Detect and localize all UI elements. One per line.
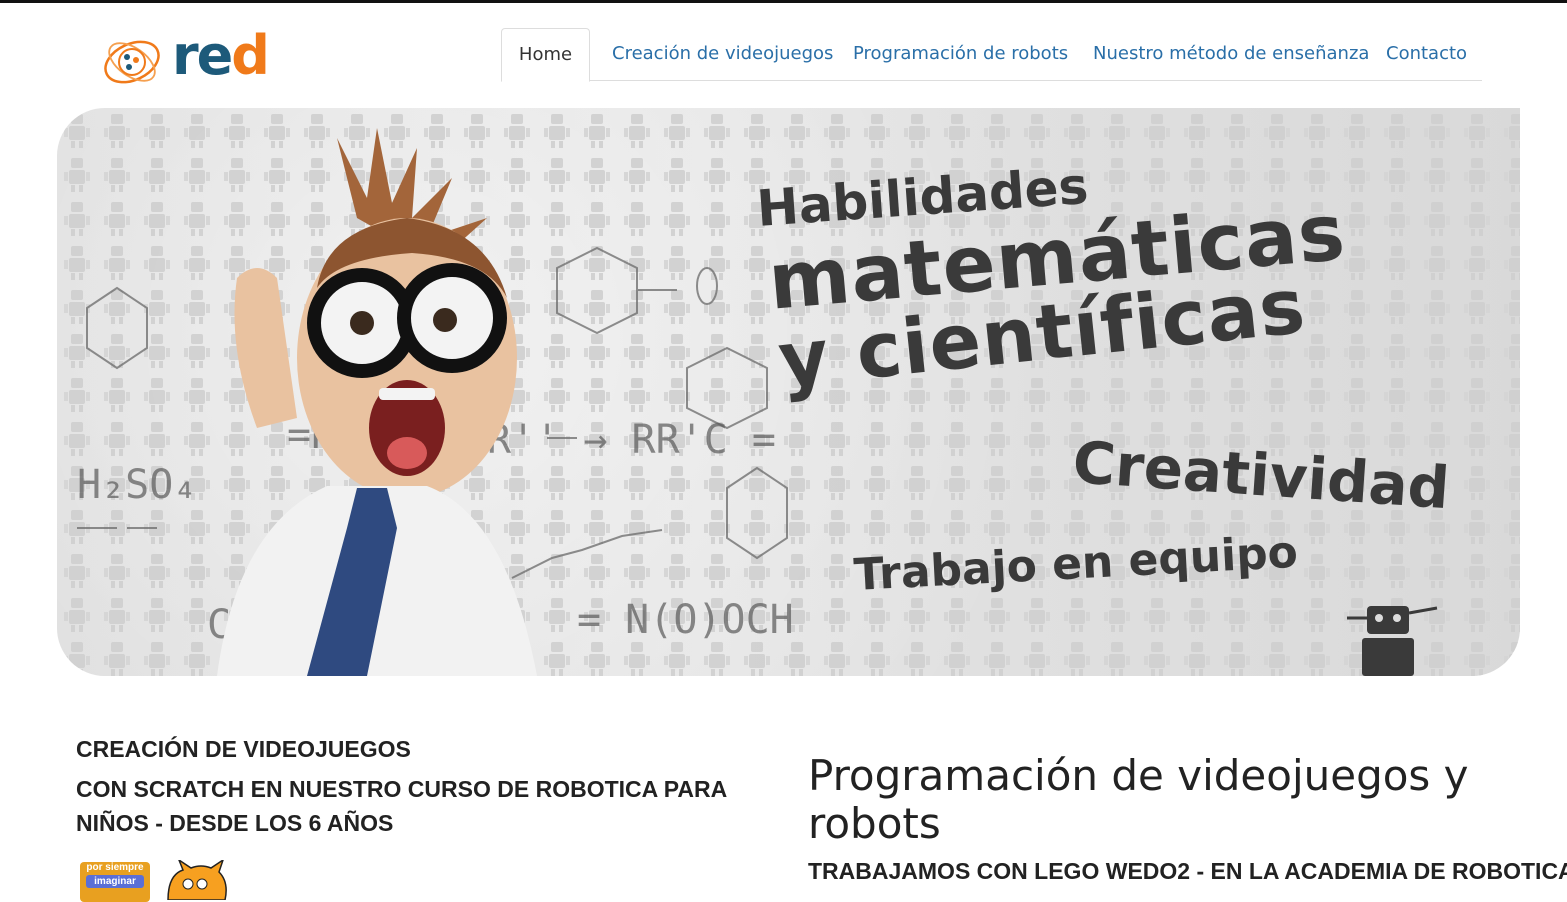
section-subheading-scratch: CON SCRATCH EN NUESTRO CURSO DE ROBOTICA… <box>76 776 727 836</box>
svg-text:H₂SO₄: H₂SO₄ <box>77 462 197 508</box>
logo-wordmark: red <box>172 24 270 87</box>
main-navigation: Home Creación de videojuegos Programació… <box>501 28 1482 82</box>
site-logo[interactable]: red <box>100 24 270 94</box>
section-heading-programacion: Programación de videojuegos y robots <box>808 751 1469 848</box>
scratch-block-bottom-label: imaginar <box>86 875 144 888</box>
svg-text:= N(O)OCH: = N(O)OCH <box>577 597 794 643</box>
nav-home[interactable]: Home <box>501 28 590 82</box>
logo-orbit-icon <box>104 40 160 84</box>
scratch-block-icon: por siempre imaginar <box>80 862 150 902</box>
scratch-block-top-label: por siempre <box>86 862 144 873</box>
nav-programacion-robots[interactable]: Programación de robots <box>853 28 1068 79</box>
nav-metodo-ensenanza[interactable]: Nuestro método de enseñanza <box>1093 28 1369 79</box>
svg-text:R'' → RR'C =: R'' → RR'C = <box>487 417 776 463</box>
top-border <box>0 0 1567 3</box>
scratch-cat-icon <box>167 860 227 900</box>
hero-banner: =N( R'' → RR'C = = N(O)OCH H₂SO₄ CH₃ <box>57 108 1520 676</box>
nav-creacion-videojuegos[interactable]: Creación de videojuegos <box>612 28 833 79</box>
section-programacion: Programación de videojuegos y robots TRA… <box>808 751 1567 888</box>
nav-contacto[interactable]: Contacto <box>1386 28 1467 79</box>
section-videojuegos: CREACIÓN DE VIDEOJUEGOS CON SCRATCH EN N… <box>76 732 766 840</box>
section-heading-videojuegos: CREACIÓN DE VIDEOJUEGOS <box>76 736 411 762</box>
section-subheading-lego: TRABAJAMOS CON LEGO WEDO2 - EN LA ACADEM… <box>808 858 1567 884</box>
scratch-images: por siempre imaginar <box>80 858 240 902</box>
